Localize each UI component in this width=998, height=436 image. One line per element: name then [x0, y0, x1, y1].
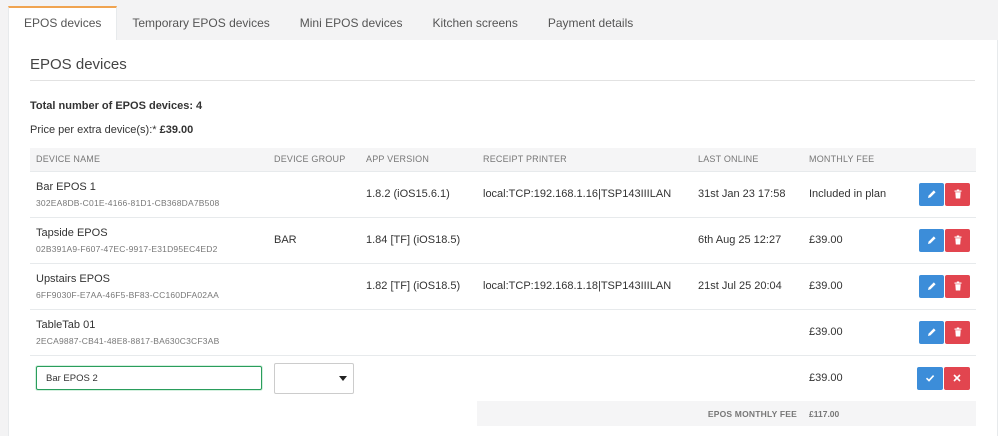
cell-receipt-printer: local:TCP:192.168.1.18|TSP143IIILAN	[477, 262, 692, 309]
devices-table: DEVICE NAME DEVICE GROUP APP VERSION REC…	[30, 148, 976, 426]
cell-actions	[903, 170, 976, 217]
edit-button[interactable]	[919, 274, 944, 298]
device-id: 02B391A9-F607-47EC-9917-E31D95EC4ED2	[36, 243, 218, 254]
cell-monthly-fee: £39.00	[803, 216, 903, 263]
trash-icon	[954, 235, 961, 245]
caret-down-icon	[339, 375, 347, 381]
header-device-name: DEVICE NAME	[30, 148, 268, 171]
device-name: TableTab 01	[36, 318, 96, 331]
cell-actions	[903, 216, 976, 263]
device-id: 2ECA9887-CB41-48E8-8817-BA630C3CF3AB	[36, 335, 220, 346]
price-value: £39.00	[159, 124, 194, 136]
device-name: Tapside EPOS	[36, 226, 108, 239]
header-actions	[903, 148, 976, 171]
price-per-device: Price per extra device(s):* £39.00	[30, 124, 975, 148]
device-group-select[interactable]	[274, 362, 354, 394]
cell-last-online	[692, 308, 803, 355]
cell-last-online: 31st Jan 23 17:58	[692, 170, 803, 217]
cell-new-device-name	[30, 354, 268, 401]
cell-monthly-fee: £39.00	[803, 262, 903, 309]
table-row: Bar EPOS 1 302EA8DB-C01E-4166-81D1-CB368…	[30, 170, 976, 217]
device-name: Upstairs EPOS	[36, 272, 110, 285]
cell-device-group	[268, 170, 360, 217]
tab-payment-details[interactable]: Payment details	[533, 6, 648, 40]
cell-device-name: Tapside EPOS 02B391A9-F607-47EC-9917-E31…	[30, 216, 268, 263]
epos-monthly-fee-value: £117.00	[803, 401, 903, 426]
cell-app-version	[360, 308, 477, 355]
edit-button[interactable]	[919, 182, 944, 206]
cell-last-online: 6th Aug 25 12:27	[692, 216, 803, 263]
cell-app-version: 1.8.2 (iOS15.6.1)	[360, 170, 477, 217]
pencil-icon	[927, 328, 936, 336]
tab-epos-devices[interactable]: EPOS devices	[8, 6, 118, 40]
table-row: Upstairs EPOS 6FF9030F-E7AA-46F5-BF83-CC…	[30, 262, 976, 309]
new-device-name-input[interactable]	[36, 366, 262, 391]
device-id: 302EA8DB-C01E-4166-81D1-CB368DA7B508	[36, 197, 220, 208]
header-last-online: LAST ONLINE	[692, 148, 803, 171]
delete-button[interactable]	[945, 228, 970, 252]
edit-button[interactable]	[919, 320, 944, 344]
new-device-row: £39.00	[30, 354, 976, 401]
cell-app-version: 1.82 [TF] (iOS18.5)	[360, 262, 477, 309]
header-device-group: DEVICE GROUP	[268, 148, 360, 171]
pencil-icon	[927, 190, 936, 198]
cancel-button[interactable]	[944, 366, 970, 390]
cell-device-group	[268, 262, 360, 309]
cell-app-version: 1.84 [TF] (iOS18.5)	[360, 216, 477, 263]
table-header-row: DEVICE NAME DEVICE GROUP APP VERSION REC…	[30, 148, 976, 171]
table-row: Tapside EPOS 02B391A9-F607-47EC-9917-E31…	[30, 216, 976, 263]
cell-receipt-printer	[477, 216, 692, 263]
device-id: 6FF9030F-E7AA-46F5-BF83-CC160DFA02AA	[36, 289, 219, 300]
cell-actions	[903, 262, 976, 309]
header-app-version: APP VERSION	[360, 148, 477, 171]
trash-icon	[954, 281, 961, 291]
tab-temporary-epos-devices[interactable]: Temporary EPOS devices	[117, 6, 284, 40]
trash-icon	[954, 327, 961, 337]
cell-device-name: TableTab 01 2ECA9887-CB41-48E8-8817-BA63…	[30, 308, 268, 355]
cell-monthly-fee: Included in plan	[803, 170, 903, 217]
cell-device-name: Upstairs EPOS 6FF9030F-E7AA-46F5-BF83-CC…	[30, 262, 268, 309]
header-monthly-fee: MONTHLY FEE	[803, 148, 903, 171]
edit-button[interactable]	[919, 228, 944, 252]
tab-kitchen-screens[interactable]: Kitchen screens	[417, 6, 532, 40]
cell-last-online: 21st Jul 25 20:04	[692, 262, 803, 309]
delete-button[interactable]	[945, 320, 970, 344]
check-icon	[925, 375, 935, 382]
confirm-button[interactable]	[917, 366, 943, 390]
cell-monthly-fee: £39.00	[803, 308, 903, 355]
tab-mini-epos-devices[interactable]: Mini EPOS devices	[285, 6, 418, 40]
cell-receipt-printer: local:TCP:192.168.1.16|TSP143IIILAN	[477, 170, 692, 217]
epos-devices-panel: EPOS devices Total number of EPOS device…	[8, 40, 998, 436]
pencil-icon	[927, 236, 936, 244]
header-receipt-printer: RECEIPT PRINTER	[477, 148, 692, 171]
epos-settings-frame: EPOS devices Temporary EPOS devices Mini…	[8, 6, 998, 436]
cell-receipt-printer	[477, 308, 692, 355]
cell-new-monthly-fee: £39.00	[803, 354, 903, 401]
cell-new-device-group	[268, 354, 360, 401]
table-row: TableTab 01 2ECA9887-CB41-48E8-8817-BA63…	[30, 308, 976, 355]
total-devices-label: Total number of EPOS devices: 4	[30, 100, 203, 112]
epos-monthly-fee-label: EPOS MONTHLY FEE	[692, 401, 803, 426]
monthly-fee-footer: EPOS MONTHLY FEE £117.00	[30, 401, 976, 426]
delete-button[interactable]	[945, 274, 970, 298]
cell-device-name: Bar EPOS 1 302EA8DB-C01E-4166-81D1-CB368…	[30, 170, 268, 217]
tab-bar: EPOS devices Temporary EPOS devices Mini…	[8, 6, 998, 40]
price-label: Price per extra device(s):*	[30, 124, 157, 136]
pencil-icon	[927, 282, 936, 290]
delete-button[interactable]	[945, 182, 970, 206]
cell-new-actions	[903, 354, 976, 401]
device-name: Bar EPOS 1	[36, 180, 96, 193]
cell-actions	[903, 308, 976, 355]
cell-device-group: BAR	[268, 216, 360, 263]
trash-icon	[954, 189, 961, 199]
close-icon	[953, 374, 961, 382]
panel-title: EPOS devices	[30, 40, 975, 81]
cell-device-group	[268, 308, 360, 355]
